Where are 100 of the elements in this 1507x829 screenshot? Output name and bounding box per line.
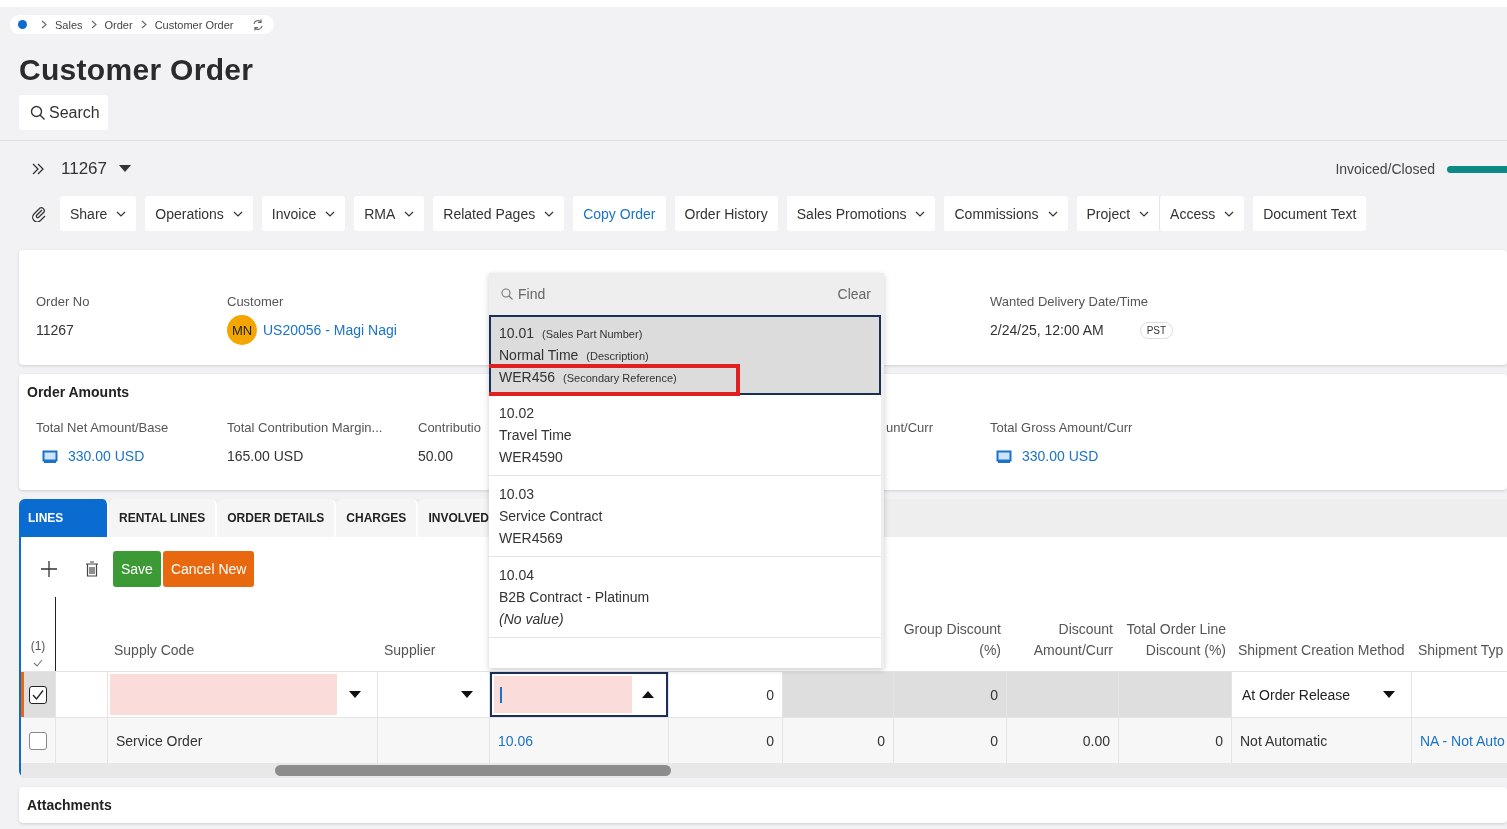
toolbar-button[interactable]: Project xyxy=(1076,196,1160,231)
add-icon[interactable] xyxy=(41,561,57,577)
input-field[interactable] xyxy=(490,672,668,717)
scroll-thumb[interactable] xyxy=(275,765,671,776)
tab[interactable]: CHARGES xyxy=(336,499,419,537)
table-row[interactable]: 0 0 At Order Release xyxy=(21,671,1507,717)
horizontal-scrollbar[interactable] xyxy=(21,763,1507,778)
option-text: B2B Contract - Platinum xyxy=(499,589,650,605)
row-checkbox[interactable] xyxy=(29,731,47,750)
option-text: WER4590 xyxy=(499,449,563,465)
toolbar-button[interactable]: Order History xyxy=(674,196,778,231)
toolbar-button[interactable]: Access xyxy=(1159,196,1245,231)
chevron-down-icon xyxy=(404,210,415,217)
status-label: Invoiced/Closed xyxy=(1335,161,1435,177)
column-header[interactable]: Shipment Typ xyxy=(1418,640,1504,661)
option-text: WER4569 xyxy=(499,530,563,546)
caret-down-icon[interactable] xyxy=(1383,691,1395,698)
caret-down-icon[interactable] xyxy=(461,691,473,698)
amount-link[interactable]: 330.00 USD xyxy=(68,448,145,464)
dropdown-option[interactable]: 10.01 (Sales Part Number) Normal Time (Description) WER456 (Secondary Reference) xyxy=(489,315,881,395)
toolbar-button[interactable]: Commissions xyxy=(944,196,1068,231)
chevron-down-icon xyxy=(116,210,127,217)
trash-icon[interactable] xyxy=(85,561,99,577)
caret-up-icon[interactable] xyxy=(642,691,654,698)
chevron-down-icon xyxy=(1047,210,1058,217)
amount-link[interactable]: 330.00 USD xyxy=(1022,448,1099,464)
table-cell: 0 xyxy=(877,732,885,749)
section-title: Attachments xyxy=(26,797,112,813)
breadcrumb-link[interactable]: Customer Order xyxy=(154,18,234,31)
expand-icon[interactable] xyxy=(31,162,45,176)
monitor-icon xyxy=(42,449,58,463)
field-label: Total Gross Amount/Curr xyxy=(990,420,1133,435)
chevron-down-icon xyxy=(232,210,243,217)
toolbar-button[interactable]: RMA xyxy=(354,196,425,231)
table-cell: Service Order xyxy=(116,732,203,749)
refresh-icon[interactable] xyxy=(251,18,264,31)
chevron-down-icon xyxy=(1139,210,1150,217)
breadcrumb-link[interactable]: Sales xyxy=(55,18,83,31)
save-button[interactable]: Save xyxy=(113,551,161,587)
dropdown-option[interactable]: 10.02 Travel Time WER4590 xyxy=(489,395,881,476)
search-button[interactable]: Search xyxy=(19,95,108,130)
table-cell: 0 xyxy=(766,732,774,749)
tab[interactable]: RENTAL LINES xyxy=(109,499,218,537)
toolbar-button[interactable]: Sales Promotions xyxy=(786,196,936,231)
column-header[interactable]: Supply Code xyxy=(114,640,195,661)
chevron-icon xyxy=(140,20,147,29)
table-row[interactable]: Service Order 10.06 0 0 0 0.00 0 Not Automatic NA - Not Auto xyxy=(21,717,1507,763)
column-header[interactable]: Discount Amount/Curr xyxy=(1013,619,1113,661)
field-label: Wanted Delivery Date/Time xyxy=(990,294,1148,309)
table-cell: 0 xyxy=(766,686,774,703)
table-link[interactable]: NA - Not Auto xyxy=(1420,732,1505,749)
toolbar-button[interactable]: Related Pages xyxy=(433,196,565,231)
caret-down-icon[interactable] xyxy=(349,691,361,698)
table-cell: 0.00 xyxy=(1082,732,1110,749)
field-label: Customer xyxy=(227,294,284,309)
customer-link[interactable]: US20056 - Magi Nagi xyxy=(263,322,397,338)
chevron-down-icon xyxy=(325,210,336,217)
select-field[interactable]: At Order Release xyxy=(1232,672,1411,717)
table-link[interactable]: 10.06 xyxy=(498,732,534,749)
page-title: Customer Order xyxy=(19,52,255,88)
toolbar-button[interactable]: Share xyxy=(60,196,137,231)
option-text: 10.01 xyxy=(499,325,535,341)
column-header[interactable]: Supplier xyxy=(384,640,436,661)
dropdown-option[interactable]: 10.03 Service Contract WER4569 xyxy=(489,476,881,557)
toolbar-button[interactable]: Document Text xyxy=(1253,196,1367,231)
field-label: Total Contribution Margin... xyxy=(227,420,383,435)
toolbar-button[interactable]: Operations xyxy=(145,196,253,231)
column-header[interactable]: Total Order Line Discount (%) xyxy=(1125,619,1226,661)
avatar: MN xyxy=(227,315,257,345)
option-hint: (Sales Part Number) xyxy=(542,328,643,340)
field-label: Order No xyxy=(36,294,90,309)
dropdown-option[interactable]: 10.04 B2B Contract - Platinum (No value) xyxy=(489,557,881,638)
table-cell: 0 xyxy=(1215,732,1223,749)
option-hint: (Description) xyxy=(586,350,649,362)
toolbar-button[interactable]: Copy Order xyxy=(573,196,666,231)
selected-count: (1) xyxy=(30,638,46,655)
tab[interactable]: LINES xyxy=(19,499,109,537)
table-cell: Not Automatic xyxy=(1240,732,1328,749)
row-checkbox[interactable] xyxy=(29,685,47,704)
home-icon[interactable] xyxy=(18,20,27,29)
option-hint: (Secondary Reference) xyxy=(563,372,677,384)
find-field[interactable]: Find Clear xyxy=(489,273,881,315)
breadcrumb-link[interactable]: Order xyxy=(104,18,133,31)
toolbar-button[interactable]: Invoice xyxy=(261,196,346,231)
column-header[interactable]: Shipment Creation Method xyxy=(1238,640,1405,661)
check-icon[interactable] xyxy=(33,659,43,667)
option-text: 10.03 xyxy=(499,486,535,502)
option-text: Service Contract xyxy=(499,508,603,524)
record-selector[interactable]: 11267 xyxy=(61,159,107,179)
clear-link[interactable]: Clear xyxy=(837,286,871,302)
option-text: Travel Time xyxy=(499,427,572,443)
tab[interactable]: ORDER DETAILS xyxy=(217,499,337,537)
chevron-icon xyxy=(90,20,97,29)
chevron-down-icon xyxy=(915,210,926,217)
caret-icon[interactable] xyxy=(119,165,131,173)
field-value: 165.00 USD xyxy=(227,448,304,464)
field-value: 2/24/25, 12:00 AM xyxy=(990,322,1104,338)
option-text: Normal Time xyxy=(499,347,579,363)
column-header[interactable]: Group Discount (%) xyxy=(900,619,1001,661)
paperclip-icon[interactable] xyxy=(31,205,47,222)
